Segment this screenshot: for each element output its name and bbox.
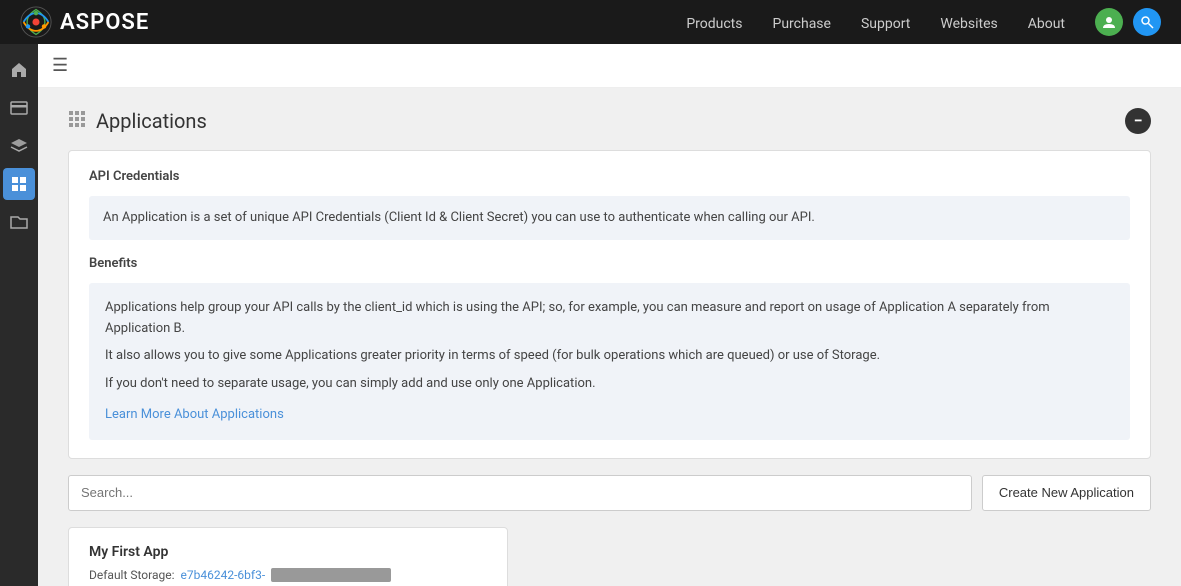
hamburger-bar: ☰ <box>38 44 1181 88</box>
benefits-box: Applications help group your API calls b… <box>89 283 1130 440</box>
storage-bar <box>271 568 391 582</box>
search-row: Create New Application <box>68 475 1151 511</box>
sidebar-item-folder[interactable] <box>3 206 35 238</box>
hamburger-icon[interactable]: ☰ <box>52 55 68 76</box>
logo: ASPOSE <box>20 6 149 38</box>
apps-grid-icon <box>68 110 86 133</box>
aspose-logo-icon <box>20 6 52 38</box>
search-input[interactable] <box>68 475 972 511</box>
page-header: Applications − <box>68 108 1151 134</box>
storage-label: Default Storage: <box>89 568 175 582</box>
benefits-text-3: If you don't need to separate usage, you… <box>105 373 1114 394</box>
left-sidebar <box>0 44 38 586</box>
logo-text: ASPOSE <box>60 10 149 35</box>
nav-purchase[interactable]: Purchase <box>772 16 830 32</box>
info-card: API Credentials An Application is a set … <box>68 150 1151 459</box>
benefits-text-2: It also allows you to give some Applicat… <box>105 345 1114 366</box>
nav-about[interactable]: About <box>1028 16 1065 32</box>
sidebar-item-home[interactable] <box>3 54 35 86</box>
page-title: Applications <box>96 109 207 133</box>
storage-id: e7b46242-6bf3- <box>181 568 266 582</box>
search-icon[interactable] <box>1133 8 1161 36</box>
app-name: My First App <box>89 544 487 560</box>
benefits-text-1: Applications help group your API calls b… <box>105 297 1114 340</box>
sidebar-item-layers[interactable] <box>3 130 35 162</box>
learn-more-link[interactable]: Learn More About Applications <box>105 407 284 422</box>
page-title-row: Applications <box>68 109 207 133</box>
nav-links: Products Purchase Support Websites About <box>686 13 1065 32</box>
topnav: ASPOSE Products Purchase Support Website… <box>0 0 1181 44</box>
benefits-label: Benefits <box>89 256 1130 271</box>
content-area: Applications − API Credentials An Applic… <box>38 88 1181 586</box>
user-icon[interactable] <box>1095 8 1123 36</box>
app-card: My First App Default Storage: e7b46242-6… <box>68 527 508 586</box>
api-credentials-description: An Application is a set of unique API Cr… <box>89 196 1130 240</box>
main-layout: ☰ Applications − <box>0 44 1181 586</box>
sidebar-item-card[interactable] <box>3 92 35 124</box>
nav-products[interactable]: Products <box>686 16 742 32</box>
nav-support[interactable]: Support <box>861 16 910 32</box>
create-new-application-button[interactable]: Create New Application <box>982 475 1151 511</box>
collapse-button[interactable]: − <box>1125 108 1151 134</box>
nav-websites[interactable]: Websites <box>940 16 997 32</box>
sidebar-item-apps[interactable] <box>3 168 35 200</box>
api-credentials-label: API Credentials <box>89 169 1130 184</box>
topnav-right <box>1095 8 1161 36</box>
app-storage-row: Default Storage: e7b46242-6bf3- <box>89 568 487 582</box>
